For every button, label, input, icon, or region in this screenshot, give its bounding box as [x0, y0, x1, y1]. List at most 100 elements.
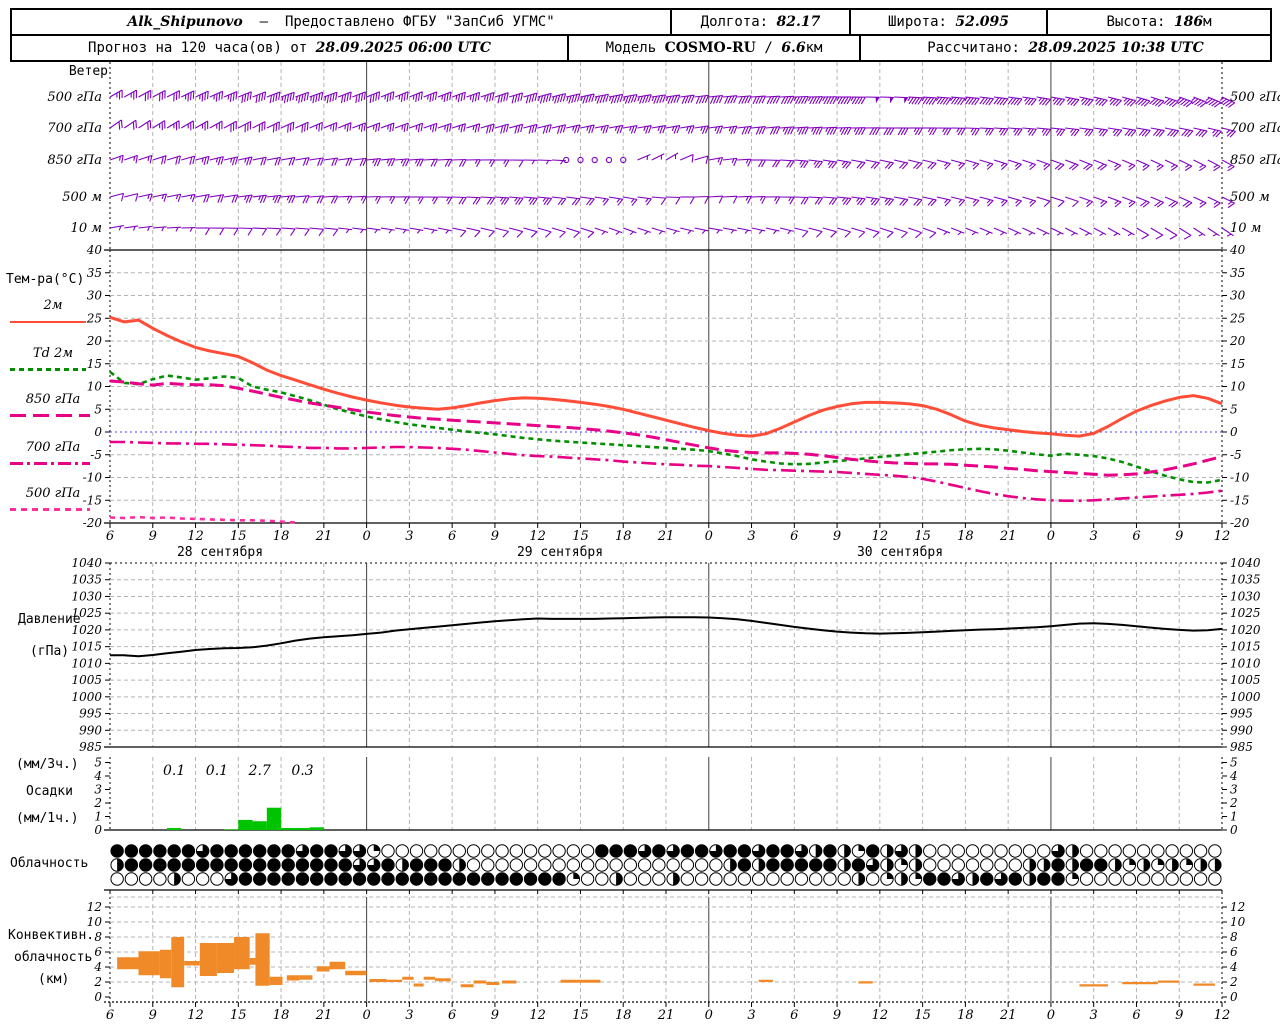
svg-text:12: 12 [187, 1008, 204, 1023]
svg-text:12: 12 [529, 1008, 546, 1023]
meteogram-canvas: 40 4035 3530 3025 2520 2015 1510 105 50 0-5 -5-10-… [47, 62, 1280, 1023]
svg-text:1005: 1005 [1230, 673, 1261, 687]
svg-text:8: 8 [94, 930, 102, 944]
longitude-value: 82.17 [776, 14, 821, 30]
svg-text:2: 2 [1229, 975, 1238, 989]
legend-label-t700: 700 гПа [25, 440, 81, 455]
svg-text:9: 9 [491, 1008, 499, 1023]
svg-text:6: 6 [1132, 1008, 1140, 1023]
legend-label-t850: 850 гПа [25, 392, 81, 407]
svg-text:35: 35 [1230, 266, 1245, 280]
svg-text:1030: 1030 [1230, 589, 1261, 603]
station-cell: Alk_Shipunovo — Предоставлено ФГБУ "ЗапС… [12, 10, 670, 34]
svg-text:21: 21 [999, 1008, 1017, 1023]
svg-text:12: 12 [529, 529, 546, 544]
svg-text:15: 15 [230, 1008, 247, 1023]
svg-text:6: 6 [448, 1008, 456, 1023]
altitude-cell: Высота: 186 м [1046, 10, 1270, 34]
svg-text:40: 40 [1229, 243, 1246, 257]
station-name: Alk_Shipunovo [127, 14, 243, 30]
altitude-value: 186 [1173, 14, 1204, 30]
precip-unit-1h: (мм/1ч.) [16, 811, 79, 826]
svg-text:18: 18 [615, 1008, 632, 1023]
latitude-cell: Широта: 52.095 [849, 10, 1046, 34]
svg-text:0: 0 [705, 529, 713, 544]
header-row-forecast: Прогноз на 120 часа(ов) от 28.09.2025 06… [12, 36, 1270, 60]
svg-text:21: 21 [999, 529, 1017, 544]
svg-text:10 м: 10 м [71, 221, 102, 236]
svg-text:1015: 1015 [1230, 640, 1261, 654]
model-label: Модель [605, 40, 657, 56]
svg-text:9: 9 [833, 1008, 841, 1023]
svg-text:4: 4 [1229, 960, 1238, 974]
conv-panel-title-3: (км) [38, 972, 70, 987]
legend-line-t700 [10, 462, 90, 465]
svg-text:9: 9 [833, 529, 841, 544]
svg-text:2: 2 [1229, 796, 1238, 810]
latitude-value: 52.095 [955, 14, 1010, 30]
precip-panel-title: Осадки [26, 784, 73, 799]
cloud-panel-title: Облачность [10, 856, 89, 871]
svg-text:9: 9 [149, 1008, 157, 1023]
svg-text:3: 3 [405, 529, 413, 544]
svg-text:0: 0 [705, 1008, 713, 1023]
svg-text:0: 0 [1230, 990, 1238, 1004]
altitude-label: Высота: [1106, 14, 1166, 30]
svg-text:1040: 1040 [71, 556, 102, 570]
legend-line-t2m [10, 321, 86, 323]
svg-text:9: 9 [149, 529, 157, 544]
svg-text:5: 5 [1230, 402, 1238, 416]
svg-text:0: 0 [1047, 529, 1055, 544]
forecast-cell: Прогноз на 120 часа(ов) от 28.09.2025 06… [12, 36, 567, 60]
svg-text:18: 18 [957, 1008, 974, 1023]
svg-text:1005: 1005 [71, 673, 102, 687]
svg-text:6: 6 [106, 1008, 114, 1023]
calc-cell: Рассчитано: 28.09.2025 10:38 UTC [859, 36, 1270, 60]
svg-text:15: 15 [572, 1008, 589, 1023]
svg-text:0.1: 0.1 [163, 763, 185, 779]
svg-text:10: 10 [87, 915, 103, 929]
svg-text:1025: 1025 [1230, 606, 1261, 620]
svg-text:5: 5 [1230, 756, 1238, 770]
svg-text:12: 12 [872, 1008, 889, 1023]
precip-unit-3h: (мм/3ч.) [16, 757, 79, 772]
svg-text:3: 3 [1090, 529, 1098, 544]
svg-text:-5: -5 [1230, 448, 1242, 462]
svg-text:850 гПа: 850 гПа [47, 153, 102, 168]
svg-text:12: 12 [1230, 900, 1245, 914]
model-cell: Модель COSMO-RU / 6.6 км [567, 36, 859, 60]
svg-text:985: 985 [79, 740, 102, 754]
legend-label-t2m: 2м [43, 298, 63, 313]
svg-text:3: 3 [94, 783, 102, 797]
svg-text:21: 21 [315, 529, 333, 544]
svg-text:12: 12 [872, 529, 889, 544]
svg-text:6: 6 [1132, 529, 1140, 544]
svg-text:-20: -20 [83, 516, 103, 530]
svg-text:40: 40 [86, 243, 103, 257]
svg-text:12: 12 [1214, 1008, 1231, 1023]
svg-text:1035: 1035 [1230, 573, 1261, 587]
svg-text:2.7: 2.7 [248, 763, 271, 779]
svg-text:1020: 1020 [1230, 623, 1261, 637]
dash: — [259, 14, 269, 30]
forecast-start-time: 28.09.2025 06:00 UTC [315, 40, 491, 56]
svg-text:15: 15 [914, 1008, 931, 1023]
svg-text:1015: 1015 [71, 640, 102, 654]
svg-text:990: 990 [1230, 723, 1253, 737]
svg-text:500 гПа: 500 гПа [1230, 90, 1280, 105]
svg-text:21: 21 [657, 529, 675, 544]
meteogram-page: 40 40 35 35 30 30 25 25 20 20 15 15 10 10 5 5 0 0 -5 -5 -10-… [0, 0, 1280, 1024]
svg-text:0: 0 [94, 425, 102, 439]
svg-text:700 гПа: 700 гПа [47, 121, 102, 136]
svg-text:1000: 1000 [1230, 690, 1261, 704]
header-box: Alk_Shipunovo — Предоставлено ФГБУ "ЗапС… [10, 8, 1272, 62]
svg-text:995: 995 [1230, 707, 1253, 721]
svg-text:21: 21 [315, 1008, 333, 1023]
svg-text:1010: 1010 [71, 656, 102, 670]
pressure-panel-title: Давление [18, 612, 81, 627]
svg-text:28 сентября: 28 сентября [177, 545, 263, 560]
svg-text:1: 1 [94, 810, 102, 824]
svg-text:4: 4 [93, 769, 102, 783]
model-name: COSMO-RU [664, 40, 756, 56]
svg-text:6: 6 [790, 1008, 798, 1023]
